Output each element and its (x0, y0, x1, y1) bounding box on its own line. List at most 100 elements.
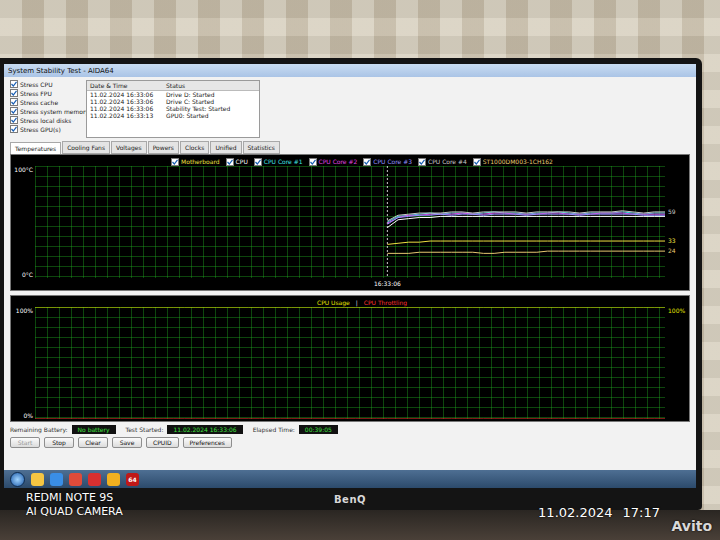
tab[interactable]: Voltages (111, 141, 147, 154)
stress-option[interactable]: Stress cache (10, 98, 80, 106)
tick-icon (11, 126, 17, 132)
checkbox[interactable] (254, 158, 262, 166)
watermark: Avito (671, 518, 712, 534)
app-icon[interactable] (107, 473, 120, 486)
checkbox[interactable] (418, 158, 426, 166)
button[interactable]: CPUID (146, 437, 179, 448)
status-bar: Remaining Battery:No batteryTest Started… (4, 422, 696, 435)
tick-icon (255, 159, 261, 165)
chart-legend: Motherboard CPU CPU Core #1 CPU Core #2 CPU … (11, 157, 689, 166)
chart-plot (35, 307, 665, 419)
tick-icon (227, 159, 233, 165)
status-item: Elapsed Time:00:39:05 (253, 425, 338, 434)
stress-option[interactable]: Stress local disks (10, 116, 80, 124)
log-cell: Drive D: Started (163, 91, 259, 98)
checkbox[interactable] (10, 98, 18, 106)
wall (0, 0, 720, 58)
legend-item[interactable]: CPU Usage (317, 299, 350, 306)
checkbox[interactable] (171, 158, 179, 166)
log-cell: Stability Test: Started (163, 105, 259, 112)
tick-icon (11, 99, 17, 105)
camera-mark: REDMI NOTE 9SAI QUAD CAMERA (26, 491, 123, 518)
app-icon[interactable] (69, 473, 82, 486)
checkbox[interactable] (473, 158, 481, 166)
tab[interactable]: Clocks (180, 141, 209, 154)
checkbox[interactable] (226, 158, 234, 166)
tick-icon (364, 159, 370, 165)
chart-line (387, 214, 665, 224)
app-icon[interactable] (88, 473, 101, 486)
taskbar: 64 (4, 470, 696, 488)
stress-option[interactable]: Stress FPU (10, 89, 80, 97)
tab[interactable]: Powers (148, 141, 179, 154)
chart-legend: CPU Usage|CPU Throttling (11, 298, 689, 307)
stress-options: Stress CPUStress FPUStress cacheStress s… (10, 80, 80, 138)
screen: System Stability Test - AIDA64 Stress CPU… (4, 64, 696, 488)
legend-item[interactable]: CPU (226, 158, 248, 166)
log-table: Date & TimeStatus11.02.2024 16:33:06Driv… (86, 80, 260, 138)
button[interactable]: Save (112, 437, 142, 448)
stress-option[interactable]: Stress CPU (10, 80, 80, 88)
checkbox[interactable] (10, 89, 18, 97)
button[interactable]: Start (10, 437, 40, 448)
stress-option[interactable]: Stress system memory (10, 107, 80, 115)
checkbox[interactable] (10, 80, 18, 88)
chart-grid (35, 166, 665, 278)
tick-icon (310, 159, 316, 165)
tick-icon (172, 159, 178, 165)
tick-icon (11, 117, 17, 123)
button[interactable]: Clear (78, 437, 108, 448)
tab[interactable]: Statistics (243, 141, 280, 154)
checkbox[interactable] (363, 158, 371, 166)
legend-item[interactable]: CPU Core #4 (418, 158, 467, 166)
app-icon[interactable]: 64 (126, 473, 139, 486)
reading-label: 33 (668, 237, 676, 245)
log-cell: 11.02.2024 16:33:06 (87, 105, 163, 112)
title-bar: System Stability Test - AIDA64 (4, 64, 696, 77)
photo: System Stability Test - AIDA64 Stress CPU… (0, 0, 720, 540)
legend-item[interactable]: CPU Core #1 (254, 158, 303, 166)
status-item: Test Started:11.02.2024 16:33:06 (126, 425, 243, 434)
tick-icon (419, 159, 425, 165)
value-axis: 100%0% (11, 307, 35, 419)
legend-item[interactable]: CPU Core #3 (363, 158, 412, 166)
monitor: System Stability Test - AIDA64 Stress CPU… (0, 58, 702, 510)
value-axis: 100°C0°C (11, 166, 35, 278)
checkbox[interactable] (10, 125, 18, 133)
button[interactable]: Preferences (183, 437, 232, 448)
checkbox[interactable] (10, 116, 18, 124)
log-cell: 11.02.2024 16:33:13 (87, 112, 163, 119)
app-icon[interactable] (50, 473, 63, 486)
tick-icon (474, 159, 480, 165)
reading-label: 100% (668, 307, 685, 315)
log-cell: GPU0: Started (163, 112, 259, 119)
checkbox[interactable] (309, 158, 317, 166)
legend-item[interactable]: Motherboard (171, 158, 220, 166)
date-mark: 11.02.202417:17 (538, 505, 660, 520)
readings: 335924 (665, 166, 689, 278)
chart-grid (35, 307, 665, 419)
checkbox[interactable] (10, 107, 18, 115)
legend-item[interactable]: CPU Core #2 (309, 158, 358, 166)
button-row: Start Stop Clear Save CPUID Preferences (4, 435, 696, 450)
reading-label: 24 (668, 247, 676, 255)
legend-item[interactable]: ST1000DM003-1CH162 (473, 158, 553, 166)
column-header: Date & Time (87, 81, 163, 91)
tab[interactable]: Temperatures (10, 142, 61, 154)
button[interactable]: Stop (44, 437, 74, 448)
legend-item[interactable]: CPU Throttling (364, 299, 407, 306)
tab[interactable]: Unified (210, 141, 241, 154)
tab[interactable]: Cooling Fans (62, 141, 110, 154)
log-cell: 11.02.2024 16:33:06 (87, 91, 163, 98)
start-icon[interactable] (10, 472, 25, 487)
chart-line (35, 307, 665, 308)
stress-option[interactable]: Stress GPU(s) (10, 125, 80, 133)
chart-line (35, 419, 665, 420)
log-cell: Drive C: Started (163, 98, 259, 105)
column-header: Status (163, 81, 259, 91)
time-mark-label: 16:33:06 (374, 280, 401, 287)
chart-panel: CPU Usage|CPU Throttling100%0% 100% (10, 295, 690, 422)
app-icon[interactable] (31, 473, 44, 486)
log-cell: 11.02.2024 16:33:06 (87, 98, 163, 105)
chart-line (387, 211, 665, 221)
